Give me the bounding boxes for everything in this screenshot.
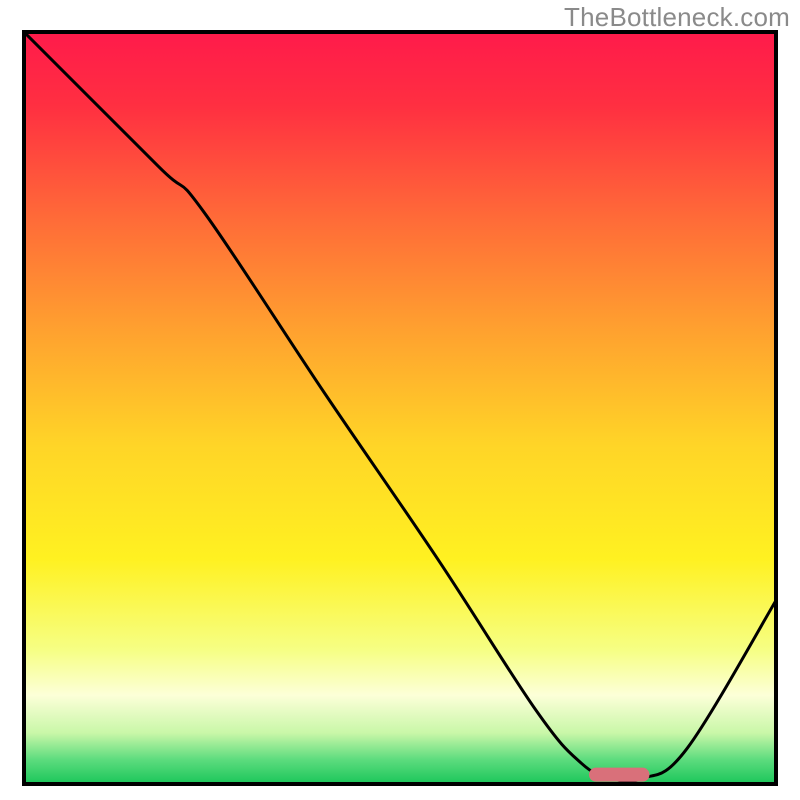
watermark-text: TheBottleneck.com [564, 2, 790, 33]
chart-plot-area [22, 30, 778, 786]
optimal-range-marker [589, 768, 649, 782]
chart-stage: TheBottleneck.com [0, 0, 800, 800]
chart-svg [22, 30, 778, 786]
